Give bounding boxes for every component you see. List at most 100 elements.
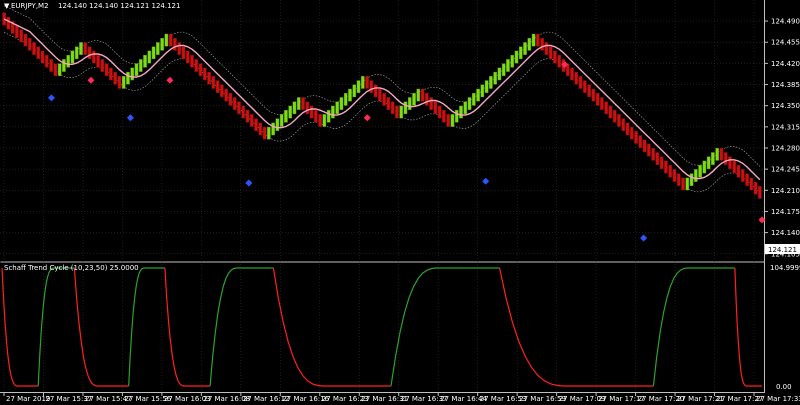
renko-brick [113,71,117,85]
renko-brick [591,88,596,102]
renko-brick [40,50,45,64]
renko-brick [668,164,672,178]
renko-brick [267,126,271,140]
renko-brick [694,169,698,182]
renko-brick [211,76,216,89]
renko-brick [36,46,41,60]
renko-brick [224,88,228,102]
renko-brick [557,54,561,68]
dropdown-arrow-icon[interactable]: ▼ [4,2,10,10]
renko-brick [104,63,109,77]
renko-brick [309,105,314,119]
renko-brick [262,126,267,140]
renko-brick [527,38,532,51]
renko-brick [480,84,485,98]
renko-brick [493,71,497,85]
renko-brick [138,59,143,72]
renko-brick [258,122,263,136]
renko-brick [574,71,579,85]
renko-brick [373,84,378,98]
renko-brick [83,42,88,55]
renko-brick [595,93,600,106]
renko-brick [681,177,685,191]
renko-brick [177,42,181,55]
renko-brick [638,135,643,148]
symbol-title: EURJPY,M2 [11,2,49,10]
renko-brick [352,84,357,98]
renko-brick [301,97,305,110]
renko-brick [27,38,32,51]
price-tick-label: 124.175 [771,208,800,216]
renko-brick [489,76,493,89]
renko-brick [647,143,651,157]
renko-brick [220,84,224,98]
renko-brick [587,84,591,98]
renko-brick [698,164,702,178]
renko-brick [416,88,421,102]
renko-brick [318,114,322,127]
renko-brick [723,152,728,165]
renko-brick [57,63,62,77]
renko-brick [335,101,339,115]
renko-brick [450,114,455,127]
renko-brick [604,101,608,115]
renko-brick [365,76,369,89]
indicator-min-label: 0.00 [776,383,792,391]
price-tick-label: 124.455 [771,39,800,47]
renko-brick [348,88,352,102]
renko-brick [100,59,105,72]
renko-brick [378,88,382,102]
renko-brick [407,97,412,110]
renko-brick [96,54,100,68]
renko-brick [518,46,523,60]
renko-brick [322,114,327,127]
renko-brick [510,54,515,68]
renko-brick [634,131,638,144]
ohlc-readout: 124.140 124.140 124.121 124.121 [58,2,180,10]
renko-brick [185,50,190,64]
renko-brick [331,105,335,119]
renko-brick [23,33,28,47]
chart-canvas[interactable]: 124.490 124.455 124.420 124.385 124.350 124.3… [0,0,800,405]
renko-brick [629,126,634,140]
renko-brick [143,54,147,68]
renko-brick [544,42,549,55]
price-tick-label: 124.245 [771,166,800,174]
renko-brick [382,93,386,106]
renko-brick [553,50,557,64]
renko-brick [343,93,348,106]
renko-brick [237,101,241,115]
price-tick-label: 124.385 [771,81,800,89]
renko-brick [228,93,233,106]
renko-brick [109,67,113,81]
renko-brick [506,59,510,72]
renko-brick [651,148,655,161]
price-tick-label: 124.490 [771,18,800,26]
renko-brick [386,97,391,110]
renko-brick [241,105,246,119]
renko-brick [203,67,207,81]
renko-brick [121,76,126,89]
renko-brick [134,63,139,77]
renko-brick [279,114,284,127]
time-tick-label: 27 Mar 17:33 [756,395,800,403]
renko-brick [403,101,408,115]
renko-brick [536,33,540,47]
renko-brick [472,93,476,106]
renko-brick [49,59,53,72]
renko-brick [292,101,297,115]
renko-brick [736,164,741,178]
renko-brick [198,63,203,77]
renko-brick [446,114,450,127]
renko-brick [151,46,156,60]
renko-brick [296,97,301,110]
renko-brick [758,186,762,199]
renko-brick [583,80,587,93]
renko-brick [642,139,647,153]
renko-brick [715,148,719,161]
renko-brick [70,50,75,64]
indicator-max-label: 104.9999 [770,264,800,272]
renko-brick [284,109,288,123]
renko-brick [74,46,79,60]
renko-brick [463,101,468,115]
